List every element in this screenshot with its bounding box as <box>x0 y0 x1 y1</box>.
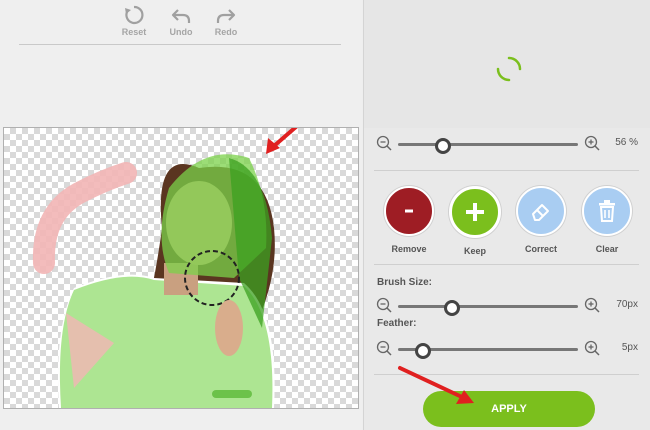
keep-tool-circle[interactable] <box>449 186 501 238</box>
loading-spinner-icon <box>496 56 522 82</box>
feather-label: Feather: <box>377 318 417 329</box>
trash-icon <box>599 200 615 222</box>
zoom-control: 56 % <box>376 135 638 154</box>
zoom-slider-track[interactable] <box>398 143 578 146</box>
redo-icon <box>216 9 236 23</box>
brush-size-control: 70px <box>376 297 638 316</box>
undo-button[interactable]: Undo <box>159 4 203 37</box>
image-canvas[interactable] <box>3 127 359 409</box>
correct-tool-button[interactable]: Correct <box>515 186 567 254</box>
clear-tool-button[interactable]: Clear <box>581 186 633 254</box>
hand-shape <box>215 300 243 356</box>
brush-size-slider-thumb[interactable] <box>444 300 460 316</box>
clear-label: Clear <box>595 244 619 254</box>
zoom-value: 56 % <box>615 137 638 148</box>
clear-tool-circle[interactable] <box>582 186 632 236</box>
zoom-slider-thumb[interactable] <box>435 138 451 154</box>
feather-control: 5px <box>376 340 638 359</box>
preview-area <box>364 0 650 128</box>
bracelet-shape <box>212 390 252 398</box>
toolbar-divider <box>19 44 341 45</box>
plus-icon <box>466 203 484 221</box>
redo-label: Redo <box>214 27 238 37</box>
tools-panel: 56 % Remove Keep Correct Clear Brush Siz… <box>363 0 650 430</box>
remove-tool-button[interactable]: Remove <box>383 186 435 254</box>
minus-icon <box>405 209 413 213</box>
reset-label: Reset <box>121 27 147 37</box>
correct-tool-circle[interactable] <box>516 186 566 236</box>
brush-size-slider-track[interactable] <box>398 305 578 308</box>
reset-icon <box>125 5 144 25</box>
remove-tool-circle[interactable] <box>384 186 434 236</box>
brush-increase-icon[interactable] <box>584 297 600 313</box>
photo-with-masks <box>32 128 298 408</box>
correct-label: Correct <box>524 244 557 254</box>
brush-size-label: Brush Size: <box>377 277 433 288</box>
zoom-in-icon[interactable] <box>584 135 600 151</box>
eraser-icon <box>532 204 549 221</box>
feather-decrease-icon[interactable] <box>376 340 392 356</box>
reset-button[interactable]: Reset <box>112 4 156 37</box>
editor-pane: Reset Undo Redo <box>0 0 362 430</box>
annotation-arrow-apply <box>398 366 474 404</box>
section-divider <box>374 264 639 265</box>
undo-icon <box>171 9 191 23</box>
feather-value: 5px <box>621 342 638 353</box>
remove-label: Remove <box>391 244 427 254</box>
annotation-arrow-line <box>272 128 298 148</box>
brush-size-value: 70px <box>616 299 638 310</box>
undo-label: Undo <box>169 27 193 37</box>
feather-slider-thumb[interactable] <box>415 343 432 359</box>
feather-increase-icon[interactable] <box>584 340 600 356</box>
keep-tool-button[interactable]: Keep <box>449 186 501 256</box>
brush-decrease-icon[interactable] <box>376 297 392 313</box>
section-divider <box>374 170 639 171</box>
redo-button[interactable]: Redo <box>204 4 248 37</box>
keep-label: Keep <box>463 246 486 256</box>
zoom-out-icon[interactable] <box>376 135 392 151</box>
remove-brush-stroke <box>32 162 137 274</box>
